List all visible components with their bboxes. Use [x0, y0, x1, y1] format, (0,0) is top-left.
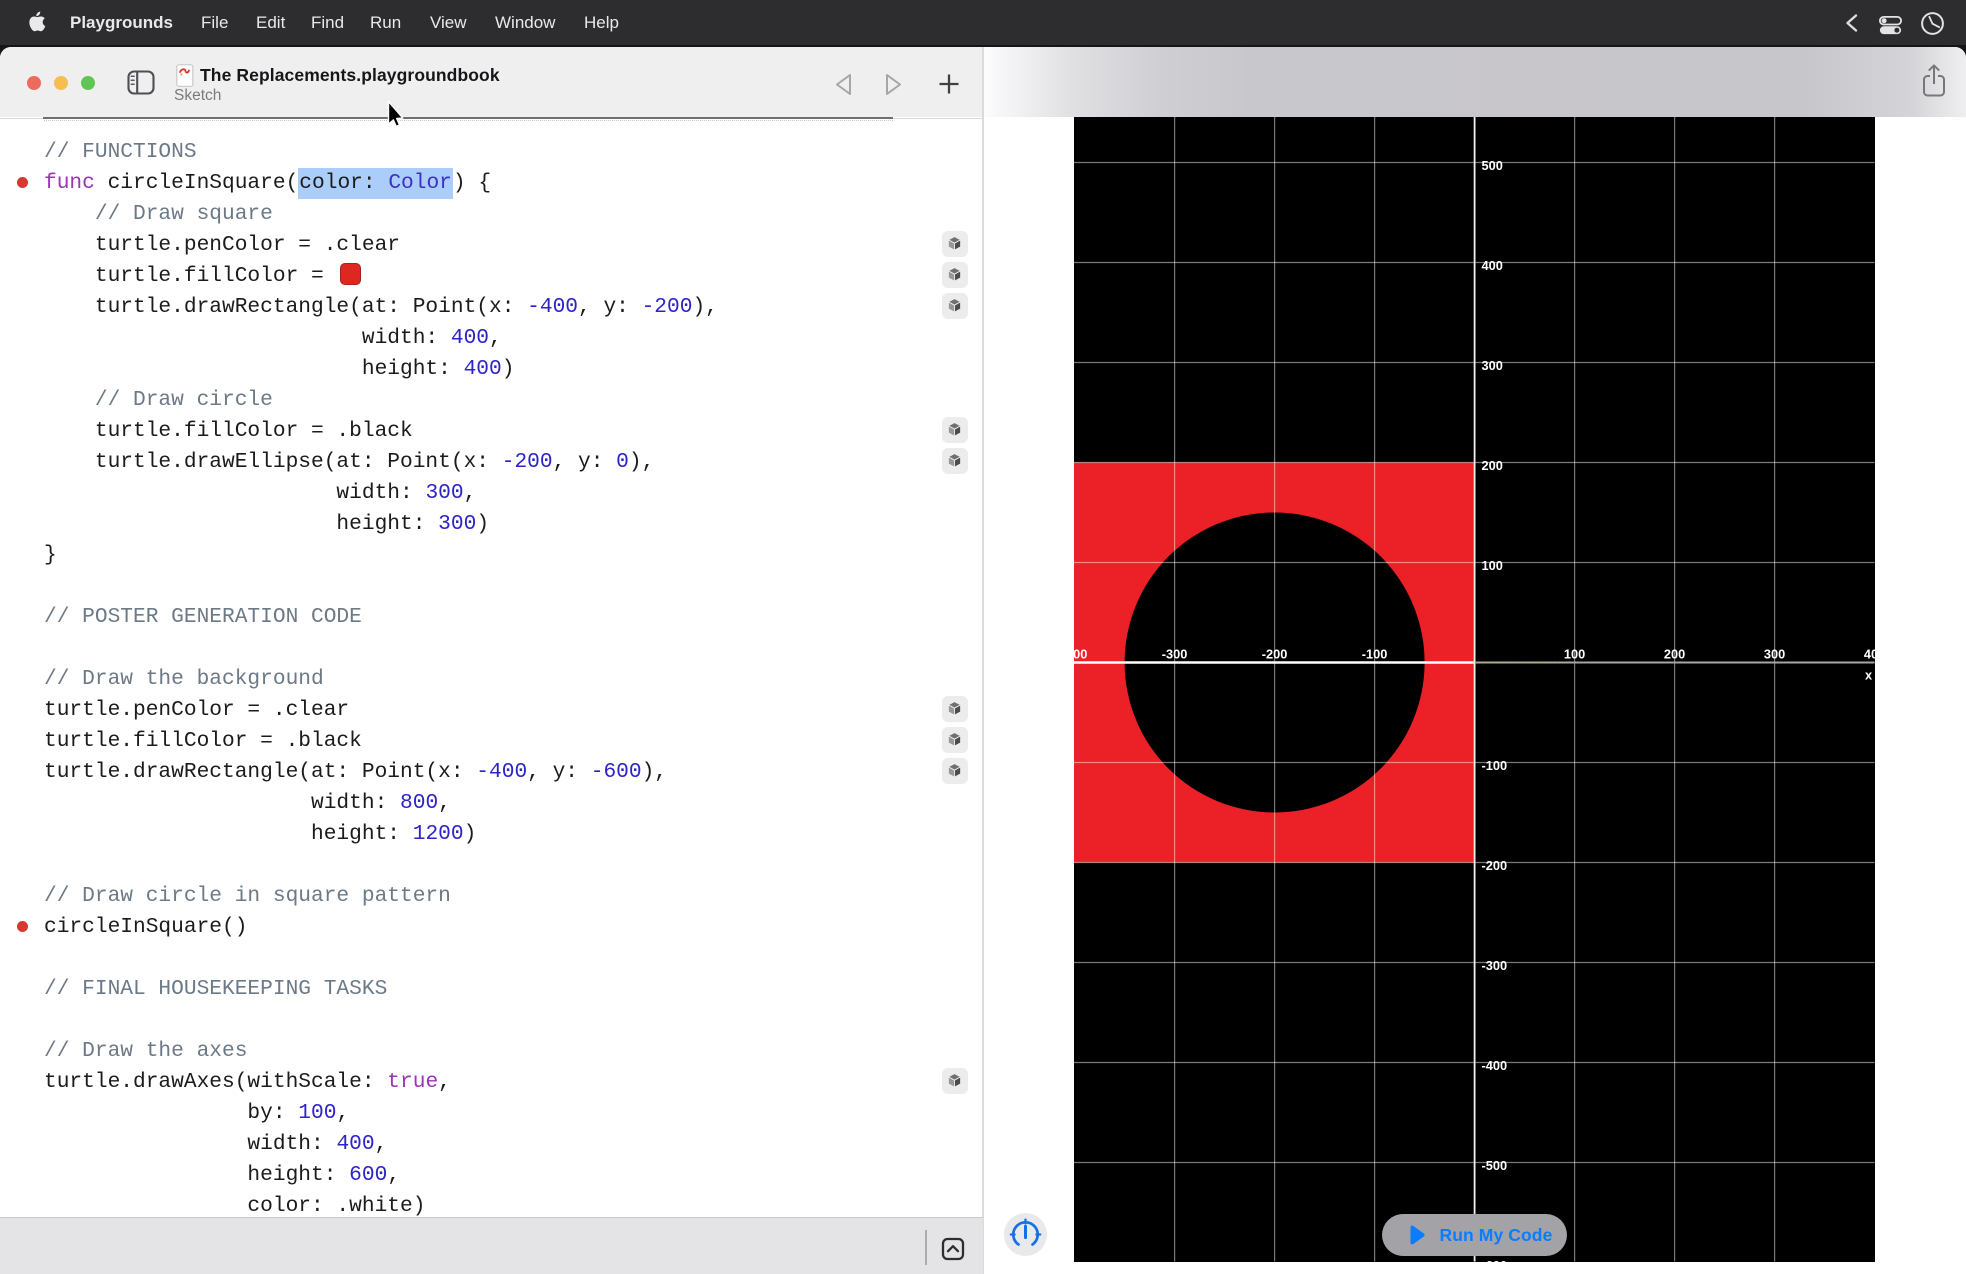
svg-text:500: 500 — [1481, 158, 1502, 173]
svg-text:200: 200 — [1481, 458, 1502, 473]
svg-text:-600: -600 — [1481, 1258, 1507, 1262]
svg-text:300: 300 — [1764, 647, 1785, 662]
svg-text:-400: -400 — [1074, 647, 1087, 662]
svg-text:-300: -300 — [1162, 647, 1188, 662]
svg-text:100: 100 — [1481, 558, 1502, 573]
svg-text:-300: -300 — [1481, 958, 1507, 973]
svg-text:200: 200 — [1664, 647, 1685, 662]
svg-text:-100: -100 — [1481, 758, 1507, 773]
svg-text:400: 400 — [1864, 647, 1875, 662]
svg-text:-500: -500 — [1481, 1158, 1507, 1173]
svg-text:-100: -100 — [1362, 647, 1388, 662]
svg-text:-400: -400 — [1481, 1058, 1507, 1073]
svg-text:300: 300 — [1481, 358, 1502, 373]
svg-text:-200: -200 — [1481, 858, 1507, 873]
svg-text:100: 100 — [1564, 647, 1585, 662]
svg-text:x: x — [1865, 668, 1873, 683]
svg-text:-200: -200 — [1262, 647, 1288, 662]
svg-text:400: 400 — [1481, 258, 1502, 273]
